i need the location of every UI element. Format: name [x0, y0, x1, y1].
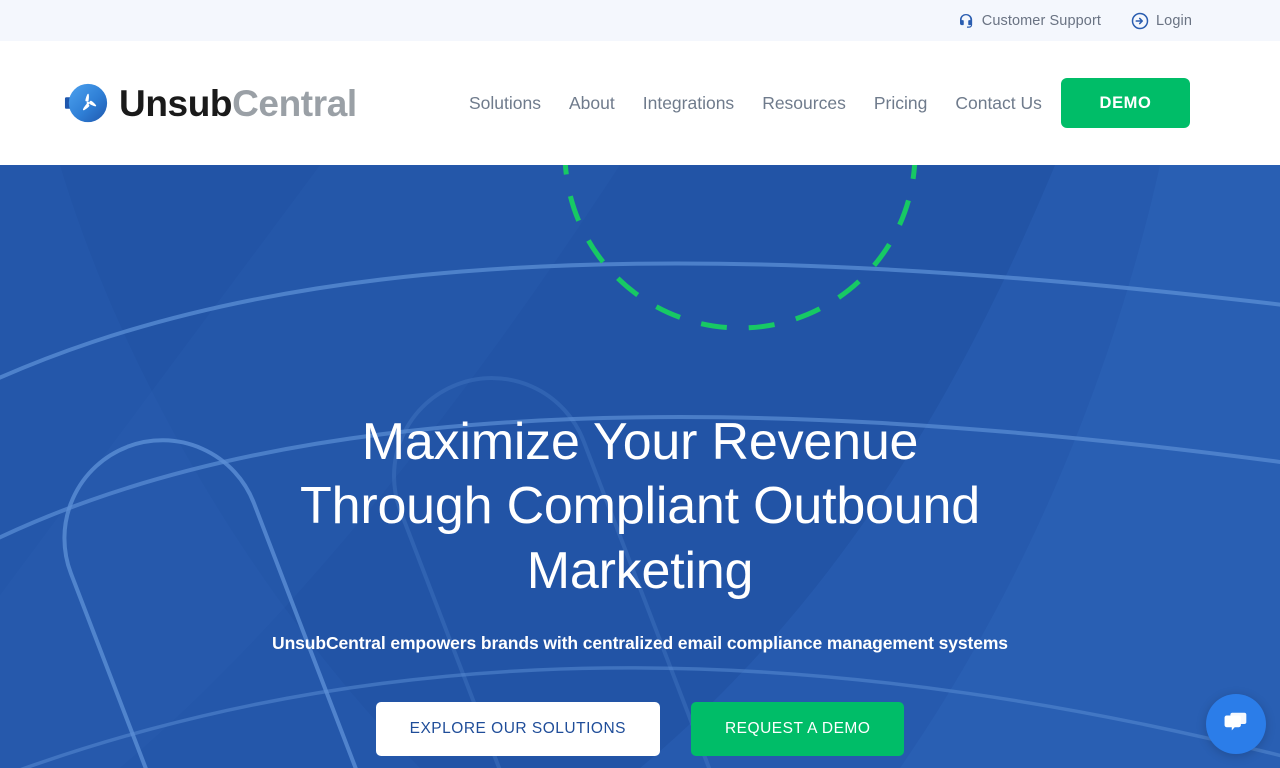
main-header: UnsubCentral Solutions About Integration… [0, 41, 1280, 165]
nav-item-about[interactable]: About [555, 85, 629, 122]
logo-text-secondary: Central [232, 82, 357, 124]
hero-section: Maximize Your Revenue Through Compliant … [0, 165, 1280, 768]
login-label: Login [1156, 12, 1192, 29]
hero-actions: EXPLORE OUR SOLUTIONS REQUEST A DEMO [375, 654, 905, 757]
hero-title: Maximize Your Revenue Through Compliant … [300, 413, 980, 600]
headset-icon [957, 12, 975, 30]
top-utility-bar: Customer Support Login [0, 0, 1280, 41]
chat-bubbles-icon [1221, 708, 1251, 741]
nav-item-integrations[interactable]: Integrations [629, 85, 748, 122]
login-link[interactable]: Login [1131, 12, 1192, 30]
chat-widget-button[interactable] [1206, 694, 1266, 754]
nav-item-pricing[interactable]: Pricing [860, 85, 942, 122]
hero-subtitle: UnsubCentral empowers brands with centra… [272, 633, 1008, 654]
explore-our-solutions-button[interactable]: EXPLORE OUR SOLUTIONS [375, 702, 660, 757]
unsubcentral-fan-logo-icon [64, 80, 110, 126]
landing-page: Customer Support Login UnsubCentral Solu… [0, 0, 1280, 768]
nav-item-resources[interactable]: Resources [748, 85, 860, 122]
arrow-circle-right-icon [1131, 12, 1149, 30]
nav-item-solutions[interactable]: Solutions [455, 85, 555, 122]
customer-support-label: Customer Support [981, 12, 1102, 29]
customer-support-link[interactable]: Customer Support [957, 12, 1101, 30]
demo-button[interactable]: DEMO [1061, 78, 1190, 128]
nav-item-contact-us[interactable]: Contact Us [941, 85, 1056, 122]
request-a-demo-button[interactable]: REQUEST A DEMO [690, 702, 905, 757]
logo-wordmark: UnsubCentral [119, 85, 357, 122]
primary-navigation: Solutions About Integrations Resources P… [455, 85, 1056, 122]
logo-text-primary: Unsub [119, 82, 233, 124]
logo-link[interactable]: UnsubCentral [64, 80, 357, 126]
hero-content: Maximize Your Revenue Through Compliant … [0, 165, 1280, 768]
